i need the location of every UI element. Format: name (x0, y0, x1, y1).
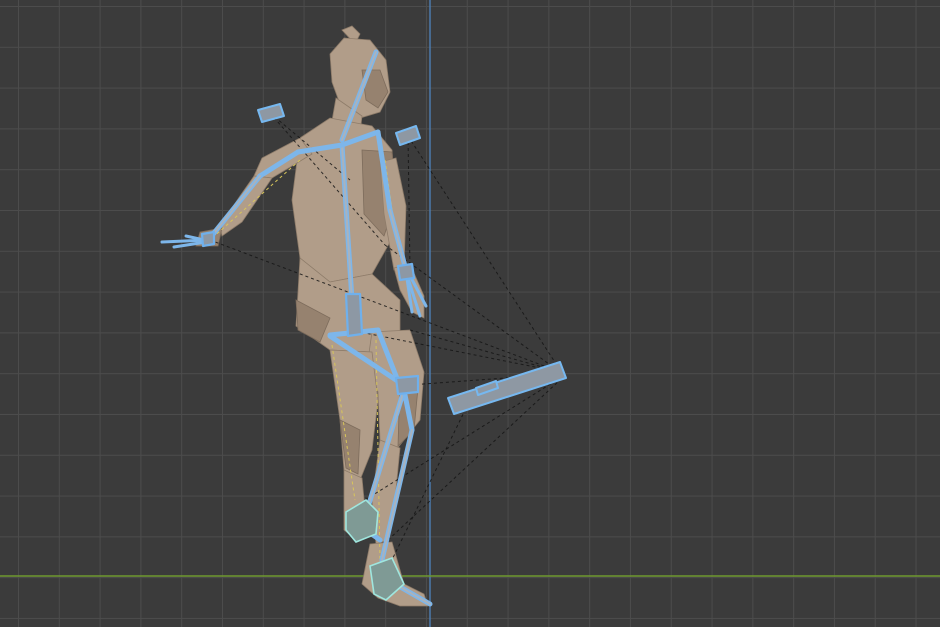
scene-canvas[interactable] (0, 0, 940, 627)
root-control[interactable] (447, 361, 567, 415)
hand-ik-control-left (257, 103, 285, 123)
3d-viewport[interactable] (0, 0, 940, 627)
hand-ik-control-right (395, 125, 421, 146)
